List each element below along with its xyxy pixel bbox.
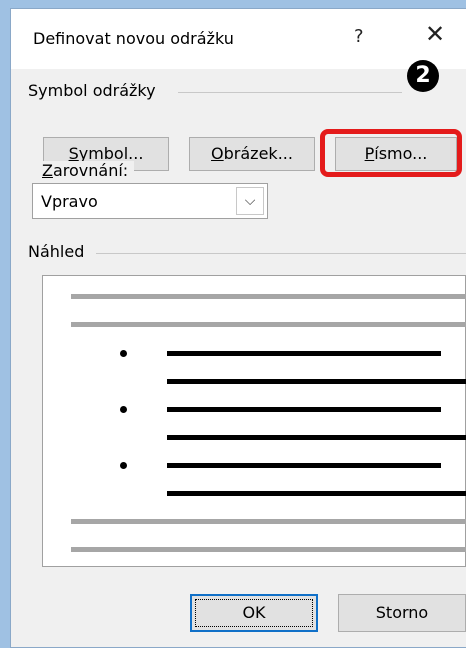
preview-gray-line (71, 322, 466, 327)
chevron-down-icon[interactable]: ⌵ (236, 187, 264, 215)
preview-bullet (120, 406, 127, 413)
preview-text-line (167, 435, 466, 440)
preview-bullet (120, 350, 127, 357)
ok-button[interactable]: OK (190, 594, 318, 632)
cancel-button-label: Storno (375, 603, 429, 622)
alignment-label: Zarovnání: (42, 161, 135, 180)
picture-button-label: brázek... (223, 144, 293, 163)
help-button[interactable]: ? (354, 26, 364, 47)
dialog-title: Definovat novou odrážku (33, 29, 234, 48)
preview-gray-line (71, 519, 466, 524)
preview-bullet (120, 462, 127, 469)
alignment-select[interactable]: Vpravo ⌵ (32, 183, 268, 219)
preview-gray-line (71, 547, 466, 552)
cancel-button[interactable]: Storno (338, 594, 466, 632)
preview-text-line (167, 407, 441, 412)
picture-button-mnemonic: O (211, 144, 224, 163)
preview-text-line (167, 379, 466, 384)
preview-section-divider (96, 253, 466, 254)
step-number-badge: 2 (407, 60, 439, 92)
preview-text-line (167, 463, 441, 468)
title-bar: Definovat novou odrážku ? ✕ (11, 9, 466, 69)
focus-rectangle (195, 599, 313, 627)
font-button-highlight (320, 129, 462, 177)
symbol-section-divider (178, 92, 402, 93)
preview-text-line (167, 491, 466, 496)
preview-section-label: Náhled (28, 242, 91, 261)
picture-button[interactable]: Obrázek... (189, 137, 315, 171)
symbol-section-label: Symbol odrážky (28, 81, 162, 100)
preview-text-line (167, 351, 441, 356)
close-icon[interactable]: ✕ (425, 22, 445, 46)
preview-gray-line (71, 294, 466, 299)
bullet-preview (42, 275, 466, 567)
alignment-select-value: Vpravo (41, 192, 98, 211)
